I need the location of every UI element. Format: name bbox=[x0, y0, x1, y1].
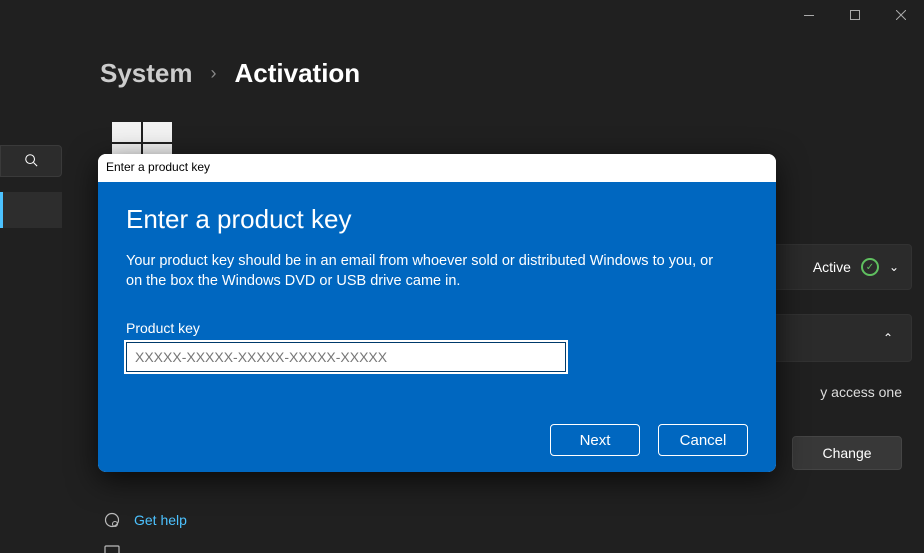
get-help-label: Get help bbox=[134, 512, 187, 528]
expander-row[interactable]: ⌃ bbox=[772, 314, 912, 362]
search-icon bbox=[24, 153, 38, 170]
cancel-button-label: Cancel bbox=[680, 432, 727, 449]
dialog-heading: Enter a product key bbox=[126, 204, 748, 235]
next-button-label: Next bbox=[580, 432, 611, 449]
activation-state-row[interactable]: Active ✓ ⌄ bbox=[772, 244, 912, 290]
minimize-button[interactable] bbox=[786, 0, 832, 30]
feedback-icon bbox=[104, 544, 120, 553]
change-button-label: Change bbox=[822, 445, 871, 461]
chevron-up-icon: ⌃ bbox=[883, 331, 893, 345]
change-button[interactable]: Change bbox=[792, 436, 902, 470]
get-help-link[interactable]: Get help bbox=[104, 512, 187, 528]
product-key-input[interactable] bbox=[126, 342, 566, 372]
product-key-label: Product key bbox=[126, 320, 748, 336]
close-button[interactable] bbox=[878, 0, 924, 30]
maximize-button[interactable] bbox=[832, 0, 878, 30]
search-input[interactable] bbox=[0, 145, 62, 177]
dialog-button-row: Next Cancel bbox=[126, 424, 748, 456]
window-titlebar bbox=[0, 0, 924, 30]
next-button[interactable]: Next bbox=[550, 424, 640, 456]
checkmark-icon: ✓ bbox=[861, 258, 879, 276]
dialog-titlebar: Enter a product key bbox=[98, 154, 776, 182]
breadcrumb: System › Activation bbox=[100, 58, 360, 89]
product-key-dialog: Enter a product key Enter a product key … bbox=[98, 154, 776, 472]
dialog-body: Enter a product key Your product key sho… bbox=[98, 182, 776, 472]
sidebar-item-system[interactable] bbox=[0, 192, 62, 228]
chevron-right-icon: › bbox=[211, 63, 217, 84]
truncated-text: y access one bbox=[820, 384, 902, 400]
breadcrumb-system[interactable]: System bbox=[100, 58, 193, 89]
help-icon bbox=[104, 512, 120, 528]
cancel-button[interactable]: Cancel bbox=[658, 424, 748, 456]
chevron-down-icon: ⌄ bbox=[889, 260, 899, 274]
dialog-description: Your product key should be in an email f… bbox=[126, 251, 726, 292]
breadcrumb-activation: Activation bbox=[235, 58, 361, 89]
give-feedback-link[interactable] bbox=[104, 544, 120, 553]
status-active-label: Active bbox=[813, 259, 851, 275]
